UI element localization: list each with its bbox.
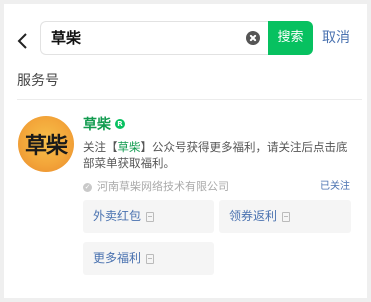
search-box [40,21,268,55]
menu-button-label: 更多福利 [93,251,142,265]
follow-status: 已关注 [320,181,350,192]
account-avatar[interactable]: 草柴 [18,116,74,172]
desc-prefix: 关注【 [83,140,118,154]
clear-icon[interactable] [246,31,260,45]
divider [17,99,362,100]
menu-button-waimai[interactable]: 外卖红包 [83,200,214,233]
company-row: ✓ 河南草柴网络技术有限公司 [83,179,229,195]
desc-highlight: 草柴 [117,140,141,154]
mini-program-icon [146,211,155,222]
back-arrow-icon [17,33,27,49]
verified-badge-icon: R [115,119,125,129]
mini-program-icon [282,211,291,222]
search-input[interactable] [51,22,231,54]
company-name: 河南草柴网络技术有限公司 [97,180,229,193]
menu-button-label: 领券返利 [229,209,278,223]
menu-button-label: 外卖红包 [93,209,142,223]
avatar-logo-text: 草柴 [24,134,68,159]
mini-program-icon [146,253,155,264]
back-button[interactable] [14,26,32,56]
checkmark-icon: ✓ [83,182,92,192]
section-title: 服务号 [17,73,59,89]
account-description: 关注【草柴】公众号获得更多福利，请关注后点击底部菜单获取福利。 [83,139,358,171]
cancel-button[interactable]: 取消 [322,29,350,47]
account-name[interactable]: 草柴 [83,116,111,134]
search-button[interactable]: 搜索 [268,21,313,55]
menu-button-more[interactable]: 更多福利 [83,242,214,275]
search-results-page: 搜索 取消 服务号 草柴 草柴 R 关注【草柴】公众号获得更多福利，请关注后点击… [4,4,367,298]
menu-button-coupon[interactable]: 领券返利 [219,200,351,233]
